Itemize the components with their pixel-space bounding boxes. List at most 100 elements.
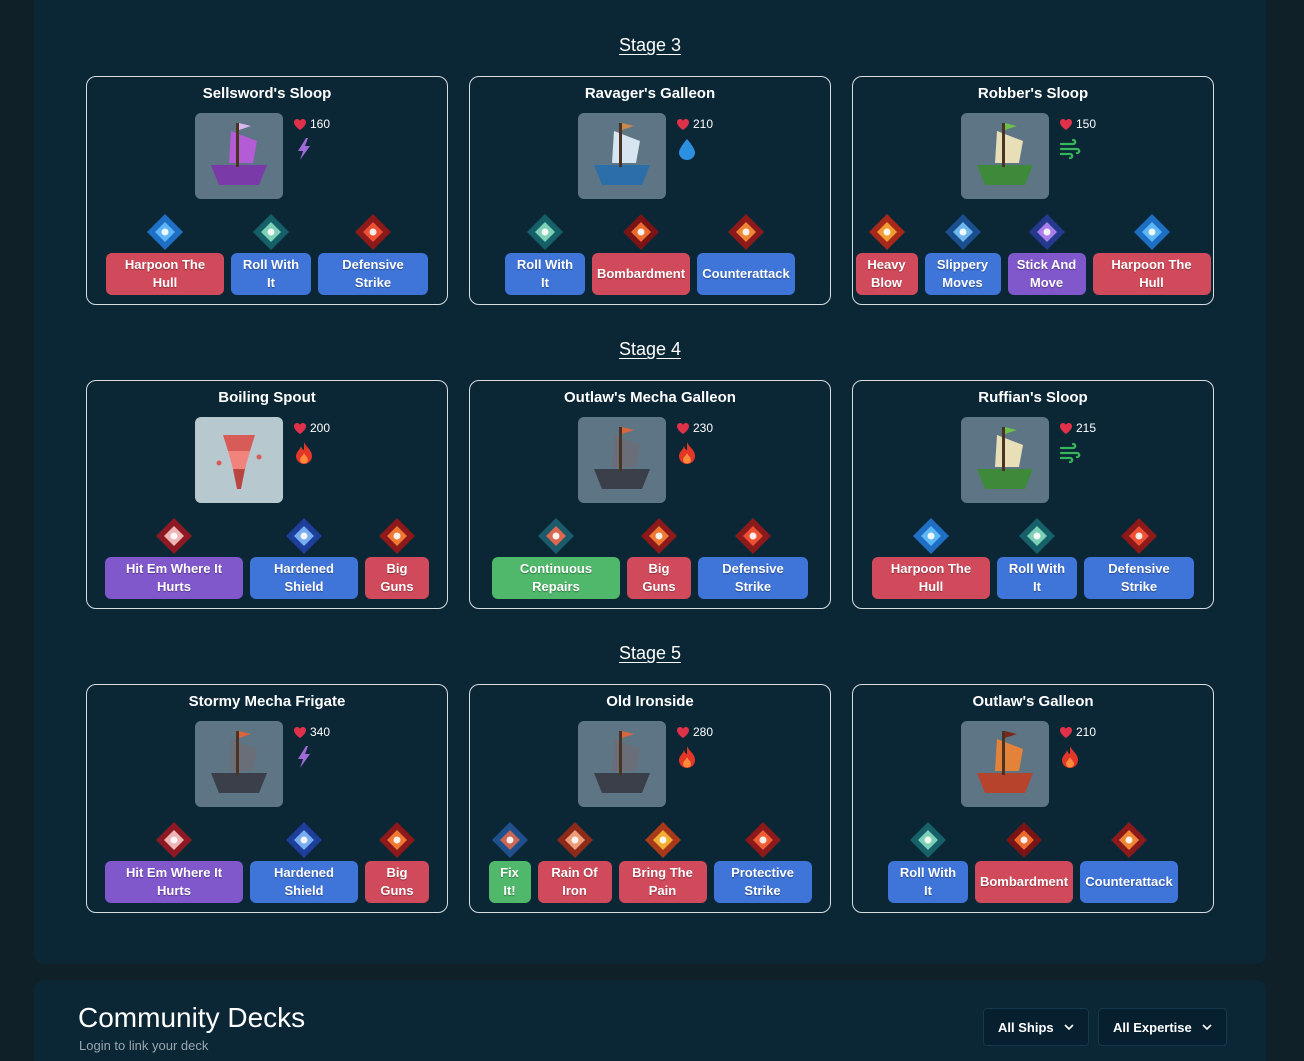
skill-bombardment[interactable]: Bombardment [975, 821, 1073, 903]
skill-defensive-strike[interactable]: Defensive Strike [1084, 517, 1194, 599]
skill-counterattack[interactable]: Counterattack [697, 213, 795, 295]
skill-label[interactable]: Roll With It [888, 861, 968, 903]
ship-hp: 160 [293, 117, 330, 131]
skill-label[interactable]: Defensive Strike [1084, 557, 1194, 599]
skill-label[interactable]: Heavy Blow [855, 253, 918, 295]
skill-roll-with-it[interactable]: Roll With It [888, 821, 968, 903]
skill-label[interactable]: Big Guns [627, 557, 691, 599]
skill-roll-with-it[interactable]: Roll With It [505, 213, 585, 295]
skill-label[interactable]: Slippery Moves [924, 253, 1001, 295]
skill-label[interactable]: Protective Strike [713, 861, 812, 903]
chevron-down-icon [1202, 1023, 1212, 1030]
skill-label[interactable]: Harpoon The Hull [872, 557, 990, 599]
skill-label[interactable]: Harpoon The Hull [106, 253, 224, 295]
skill-label[interactable]: Bring The Pain [618, 861, 707, 903]
skill-label[interactable]: Continuous Repairs [492, 557, 620, 599]
stage-title-4: Stage 4 [618, 339, 682, 359]
ship-card-sellsword-s-sloop[interactable]: Sellsword's Sloop 160 Harpoon The Hull Roll… [86, 76, 448, 305]
skill-harpoon-the-hull[interactable]: Harpoon The Hull [1092, 213, 1211, 295]
skill-label[interactable]: Bombardment [975, 861, 1073, 903]
hp-value: 280 [693, 725, 714, 739]
skill-label[interactable]: Harpoon The Hull [1092, 253, 1211, 295]
skill-label[interactable]: Fix It! [488, 861, 531, 903]
ship-hp: 230 [676, 421, 713, 435]
protective-strike-icon [744, 822, 781, 858]
repairs-icon [538, 518, 574, 554]
skill-label[interactable]: Stick And Move [1007, 253, 1086, 295]
community-decks-panel: Community Decks Login to link your deck … [34, 980, 1266, 1061]
fire-icon [293, 441, 315, 465]
skill-hardened-shield[interactable]: Hardened Shield [250, 517, 358, 599]
stage-title-3: Stage 3 [618, 35, 682, 55]
big-guns-icon [379, 518, 415, 554]
skill-defensive-strike[interactable]: Defensive Strike [318, 213, 428, 295]
skill-label[interactable]: Defensive Strike [698, 557, 808, 599]
skill-label[interactable]: Hit Em Where It Hurts [105, 861, 243, 903]
ship-image [578, 417, 666, 503]
skill-label[interactable]: Roll With It [231, 253, 311, 295]
skill-label[interactable]: Big Guns [365, 557, 429, 599]
skill-big-guns[interactable]: Big Guns [365, 517, 429, 599]
ship-card-robber-s-sloop[interactable]: Robber's Sloop 150 Heavy Blow Slippery Move… [852, 76, 1214, 305]
heart-icon [294, 726, 306, 738]
ship-name: Outlaw's Mecha Galleon [564, 389, 736, 406]
stages-panel: Stage 3 Sellsword's Sloop 160 Harpoon The H… [34, 0, 1266, 964]
ship-image [195, 417, 283, 503]
skill-label[interactable]: Rain Of Iron [537, 861, 612, 903]
ship-card-boiling-spout[interactable]: Boiling Spout 200 Hit Em Where It Hurts Har… [86, 380, 448, 609]
skill-label[interactable]: Roll With It [505, 253, 585, 295]
heart-icon [677, 422, 689, 434]
heart-icon [1060, 118, 1072, 130]
skill-slippery-moves[interactable]: Slippery Moves [924, 213, 1001, 295]
skill-label[interactable]: Hit Em Where It Hurts [105, 557, 243, 599]
skill-label[interactable]: Big Guns [365, 861, 429, 903]
ship-image [578, 113, 666, 199]
water-icon [676, 137, 698, 161]
skill-hit-em-where-it-hurts[interactable]: Hit Em Where It Hurts [105, 821, 243, 903]
skill-harpoon-the-hull[interactable]: Harpoon The Hull [106, 213, 224, 295]
skill-label[interactable]: Hardened Shield [250, 557, 358, 599]
skill-stick-and-move[interactable]: Stick And Move [1007, 213, 1086, 295]
skill-counterattack[interactable]: Counterattack [1080, 821, 1178, 903]
skill-hardened-shield[interactable]: Hardened Shield [250, 821, 358, 903]
skill-bring-the-pain[interactable]: Bring The Pain [618, 821, 707, 903]
ship-card-ruffian-s-sloop[interactable]: Ruffian's Sloop 215 Harpoon The Hull Roll W… [852, 380, 1214, 609]
skill-big-guns[interactable]: Big Guns [365, 821, 429, 903]
ship-image [961, 417, 1049, 503]
skill-hit-em-where-it-hurts[interactable]: Hit Em Where It Hurts [105, 517, 243, 599]
ship-card-ravager-s-galleon[interactable]: Ravager's Galleon 210 Roll With It Bombardm… [469, 76, 831, 305]
bring-pain-icon [644, 822, 681, 858]
skill-label[interactable]: Counterattack [697, 253, 795, 295]
skill-rain-of-iron[interactable]: Rain Of Iron [537, 821, 612, 903]
community-login-link[interactable]: Login to link your deck [79, 1038, 208, 1053]
skill-big-guns[interactable]: Big Guns [627, 517, 691, 599]
skill-label[interactable]: Defensive Strike [318, 253, 428, 295]
skill-heavy-blow[interactable]: Heavy Blow [855, 213, 918, 295]
skill-label[interactable]: Roll With It [997, 557, 1077, 599]
skill-bombardment[interactable]: Bombardment [592, 213, 690, 295]
hp-value: 210 [1076, 725, 1097, 739]
ship-card-stormy-mecha-frigate[interactable]: Stormy Mecha Frigate 340 Hit Em Where It H… [86, 684, 448, 913]
skill-fix-it[interactable]: Fix It! [488, 821, 531, 903]
skill-roll-with-it[interactable]: Roll With It [997, 517, 1077, 599]
ship-hp: 200 [293, 421, 330, 435]
skill-harpoon-the-hull[interactable]: Harpoon The Hull [872, 517, 990, 599]
skill-defensive-strike[interactable]: Defensive Strike [698, 517, 808, 599]
skill-label[interactable]: Counterattack [1080, 861, 1178, 903]
skill-roll-with-it[interactable]: Roll With It [231, 213, 311, 295]
ship-card-outlaw-s-mecha-galleon[interactable]: Outlaw's Mecha Galleon 230 Continuous Repa… [469, 380, 831, 609]
ship-card-old-ironside[interactable]: Old Ironside 280 Fix It! Rain Of Iron Bring … [469, 684, 831, 913]
shield-icon [286, 822, 322, 858]
ship-image [195, 721, 283, 807]
ship-card-outlaw-s-galleon[interactable]: Outlaw's Galleon 210 Roll With It Bombardme… [852, 684, 1214, 913]
skill-protective-strike[interactable]: Protective Strike [713, 821, 812, 903]
skills-row: Continuous Repairs Big Guns Defensive Stri… [488, 517, 812, 599]
skill-label[interactable]: Bombardment [592, 253, 690, 295]
all-ships-dropdown[interactable]: All Ships [983, 1008, 1089, 1046]
heart-icon [677, 118, 689, 130]
skill-continuous-repairs[interactable]: Continuous Repairs [492, 517, 620, 599]
skill-label[interactable]: Hardened Shield [250, 861, 358, 903]
skills-row: Fix It! Rain Of Iron Bring The Pain Protect… [488, 821, 812, 903]
wind-icon [1059, 137, 1081, 161]
all-expertise-dropdown[interactable]: All Expertise [1098, 1008, 1227, 1046]
